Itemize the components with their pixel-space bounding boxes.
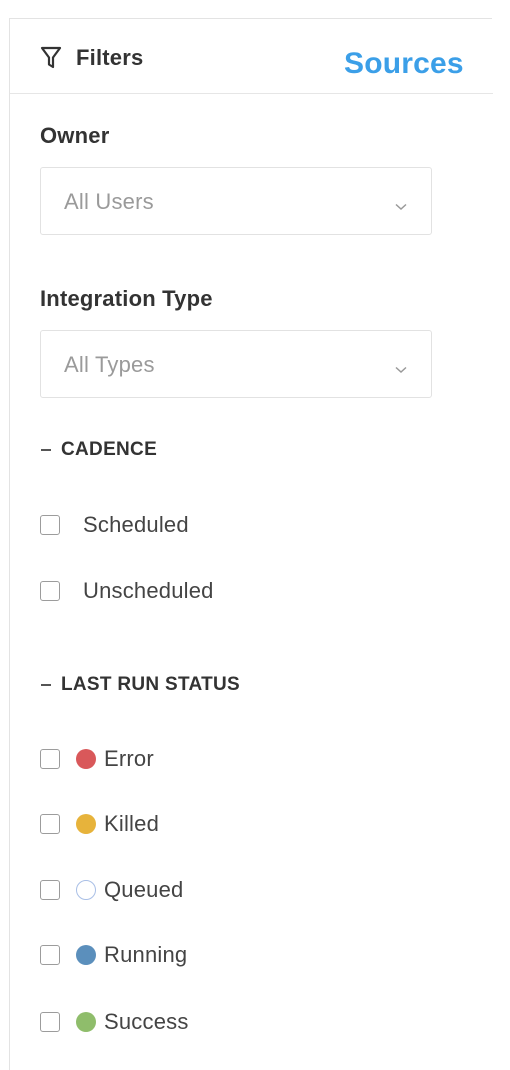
success-status-dot-icon — [76, 1012, 96, 1032]
cadence-option-unscheduled[interactable]: Unscheduled — [40, 578, 214, 604]
filter-funnel-icon — [40, 46, 62, 70]
chevron-down-icon — [395, 361, 407, 379]
sources-title: Sources — [344, 47, 464, 80]
cadence-section-toggle[interactable]: CADENCE — [41, 439, 157, 461]
success-label: Success — [104, 1009, 189, 1034]
owner-label: Owner — [40, 123, 110, 148]
running-status-dot-icon — [76, 945, 96, 965]
last-run-status-section-toggle[interactable]: LAST RUN STATUS — [41, 674, 240, 696]
error-checkbox[interactable] — [40, 749, 60, 769]
owner-select[interactable]: All Users — [40, 167, 432, 235]
filters-label: Filters — [76, 45, 144, 70]
chevron-down-icon — [395, 198, 407, 216]
status-option-queued[interactable]: Queued — [40, 877, 184, 903]
queued-checkbox[interactable] — [40, 880, 60, 900]
error-status-dot-icon — [76, 749, 96, 769]
scheduled-checkbox[interactable] — [40, 515, 60, 535]
filters-panel: Filters Sources Owner All Users Integrat… — [9, 18, 493, 1070]
killed-label: Killed — [104, 811, 160, 836]
status-option-success[interactable]: Success — [40, 1009, 189, 1035]
killed-checkbox[interactable] — [40, 814, 60, 834]
error-label: Error — [104, 746, 154, 771]
cadence-option-scheduled[interactable]: Scheduled — [40, 512, 189, 538]
collapse-icon — [41, 449, 51, 451]
queued-label: Queued — [104, 877, 184, 902]
running-checkbox[interactable] — [40, 945, 60, 965]
unscheduled-checkbox[interactable] — [40, 581, 60, 601]
cadence-title: CADENCE — [61, 439, 158, 460]
running-label: Running — [104, 942, 188, 967]
filters-title: Filters — [40, 45, 143, 71]
owner-selected-value: All Users — [64, 189, 154, 214]
killed-status-dot-icon — [76, 814, 96, 834]
scheduled-label: Scheduled — [83, 512, 189, 537]
status-option-running[interactable]: Running — [40, 942, 187, 968]
last-run-status-title: LAST RUN STATUS — [61, 674, 241, 695]
status-option-killed[interactable]: Killed — [40, 811, 159, 837]
status-option-error[interactable]: Error — [40, 746, 154, 772]
unscheduled-label: Unscheduled — [83, 578, 214, 603]
filters-header: Filters Sources — [10, 19, 493, 94]
queued-status-dot-icon — [76, 880, 96, 900]
integration-type-select[interactable]: All Types — [40, 330, 432, 398]
collapse-icon — [41, 684, 51, 686]
integration-type-label: Integration Type — [40, 286, 213, 311]
success-checkbox[interactable] — [40, 1012, 60, 1032]
integration-type-selected-value: All Types — [64, 352, 155, 377]
